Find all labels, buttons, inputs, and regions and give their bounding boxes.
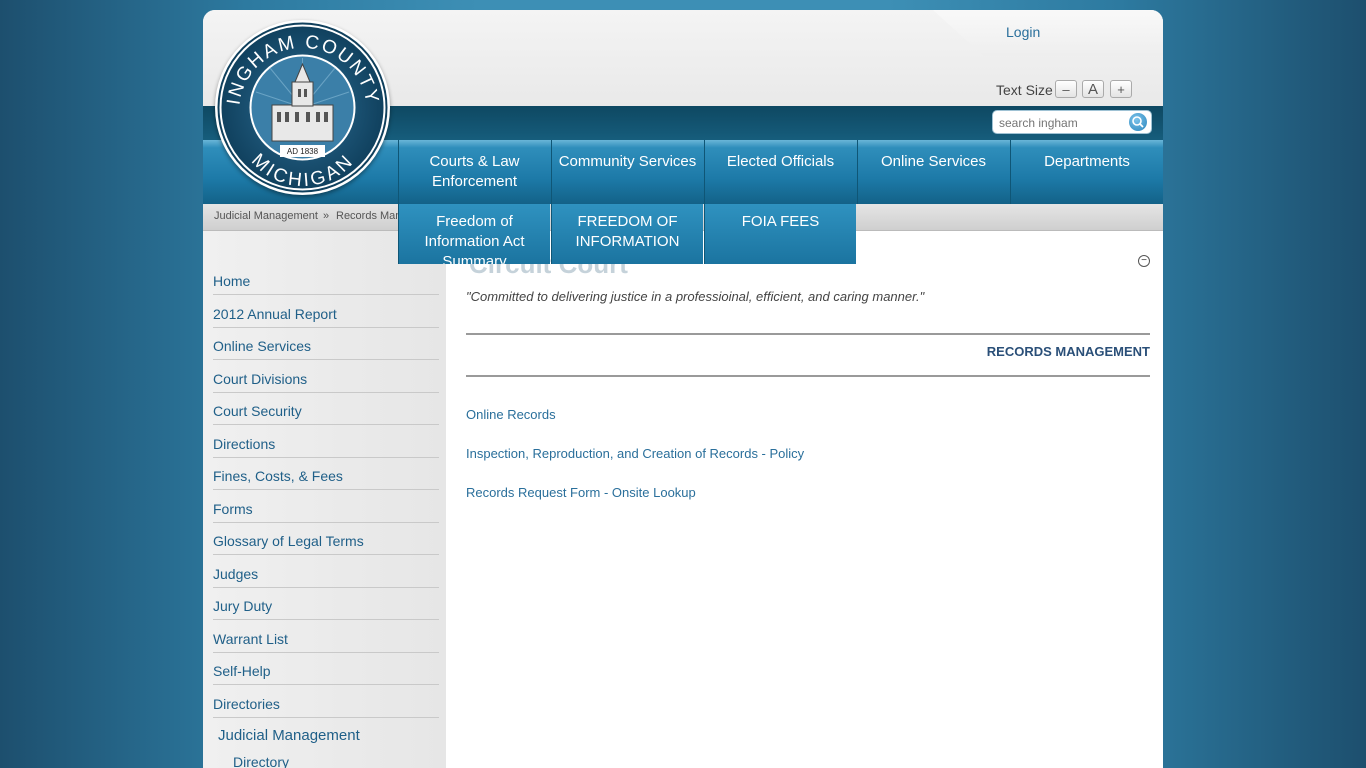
sidebar-item-online-services[interactable]: Online Services (213, 328, 439, 360)
seal-year: AD 1838 (287, 147, 319, 156)
sidebar-item-annual-report[interactable]: 2012 Annual Report (213, 296, 439, 328)
sidebar-item-home[interactable]: Home (213, 263, 439, 295)
header-tab (933, 10, 1163, 56)
breadcrumb-item-records-management[interactable]: Records Man (336, 210, 401, 222)
search-input[interactable] (997, 113, 1129, 133)
text-size-reset-button[interactable]: A (1082, 80, 1104, 98)
sidebar-item-court-security[interactable]: Court Security (213, 393, 439, 425)
text-size-label: Text Size (996, 82, 1053, 98)
court-motto: "Committed to delivering justice in a pr… (466, 289, 925, 304)
sidebar-item-directory[interactable]: Directory (233, 744, 459, 768)
main-content: Circuit Court − "Committed to delivering… (455, 231, 1163, 768)
page: Login Text Size – A + Courts & Law Enfor… (203, 10, 1163, 768)
text-size-increase-button[interactable]: + (1110, 80, 1132, 98)
breadcrumb-separator: » (323, 210, 330, 222)
login-link[interactable]: Login (1006, 24, 1040, 40)
divider (466, 333, 1150, 335)
dropdown-foia-summary[interactable]: Freedom of Information Act Summary (398, 204, 550, 264)
sidebar-item-warrant-list[interactable]: Warrant List (213, 621, 439, 653)
county-seal-logo[interactable]: AD 1838 INGHAM COUNTY MICHIGAN (215, 20, 390, 195)
nav-courts-law-enforcement[interactable]: Courts & Law Enforcement (398, 140, 550, 204)
nav-departments[interactable]: Departments (1010, 140, 1163, 204)
sidebar-item-forms[interactable]: Forms (213, 491, 439, 523)
collapse-icon[interactable]: − (1138, 255, 1150, 267)
sidebar-item-glossary[interactable]: Glossary of Legal Terms (213, 523, 439, 555)
sidebar: Home 2012 Annual Report Online Services … (203, 231, 446, 768)
breadcrumb-item-judicial-management[interactable]: Judicial Management (214, 210, 318, 222)
section-heading: RECORDS MANAGEMENT (986, 344, 1150, 359)
divider (466, 375, 1150, 377)
sidebar-item-directories[interactable]: Directories (213, 686, 439, 718)
search-box (992, 110, 1152, 134)
sidebar-item-fines-costs-fees[interactable]: Fines, Costs, & Fees (213, 458, 439, 490)
link-records-policy[interactable]: Inspection, Reproduction, and Creation o… (466, 446, 804, 461)
link-online-records[interactable]: Online Records (466, 407, 556, 422)
dropdown-freedom-of-information[interactable]: FREEDOM OF INFORMATION (551, 204, 703, 264)
search-icon[interactable] (1129, 113, 1147, 131)
sidebar-item-court-divisions[interactable]: Court Divisions (213, 361, 439, 393)
sidebar-item-jury-duty[interactable]: Jury Duty (213, 588, 439, 620)
nav-community-services[interactable]: Community Services (551, 140, 703, 204)
dropdown-foia-fees[interactable]: FOIA FEES (704, 204, 856, 264)
sidebar-item-directions[interactable]: Directions (213, 426, 439, 458)
link-records-request-form[interactable]: Records Request Form - Onsite Lookup (466, 485, 696, 500)
text-size-decrease-button[interactable]: – (1055, 80, 1077, 98)
sidebar-item-self-help[interactable]: Self-Help (213, 653, 439, 685)
nav-online-services[interactable]: Online Services (857, 140, 1009, 204)
sidebar-item-judges[interactable]: Judges (213, 556, 439, 588)
nav-elected-officials[interactable]: Elected Officials (704, 140, 856, 204)
county-seal-icon: AD 1838 INGHAM COUNTY MICHIGAN (217, 22, 388, 193)
